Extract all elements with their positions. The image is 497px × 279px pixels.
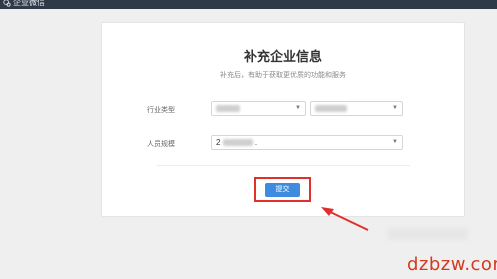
app-brand: 企业微信	[3, 0, 45, 8]
chevron-down-icon: ▼	[392, 139, 398, 145]
industry-secondary-select[interactable]: ▼	[310, 101, 403, 116]
page-title: 补充企业信息	[243, 49, 322, 64]
redacted-value	[222, 139, 253, 147]
page-subtitle: 补充后，有助于获取更优质的功能和服务	[220, 72, 346, 79]
highlight-box: 提交	[254, 177, 311, 202]
submit-button[interactable]: 提交	[265, 183, 300, 197]
chevron-down-icon: ▼	[392, 105, 398, 111]
redacted-value	[315, 105, 347, 113]
company-size-label: 人员规模	[147, 141, 175, 148]
pointer-arrow-icon	[321, 207, 369, 231]
redacted-region	[388, 228, 468, 240]
company-size-suffix: .	[254, 138, 258, 147]
company-size-select[interactable]: 2 . ▼	[211, 135, 403, 150]
redacted-value	[216, 105, 240, 113]
company-info-card: 补充企业信息 补充后，有助于获取更优质的功能和服务 行业类型 ▼ ▼ 人员规模 …	[101, 22, 465, 217]
industry-label: 行业类型	[147, 107, 175, 114]
watermark: dzbzw.com	[407, 254, 497, 275]
company-size-value: 2	[216, 138, 221, 147]
divider	[157, 165, 410, 166]
industry-primary-select[interactable]: ▼	[211, 101, 306, 116]
wecom-logo-icon	[3, 0, 11, 7]
app-title: 企业微信	[13, 0, 45, 7]
app-header: 企业微信	[0, 0, 497, 9]
chevron-down-icon: ▼	[295, 105, 301, 111]
